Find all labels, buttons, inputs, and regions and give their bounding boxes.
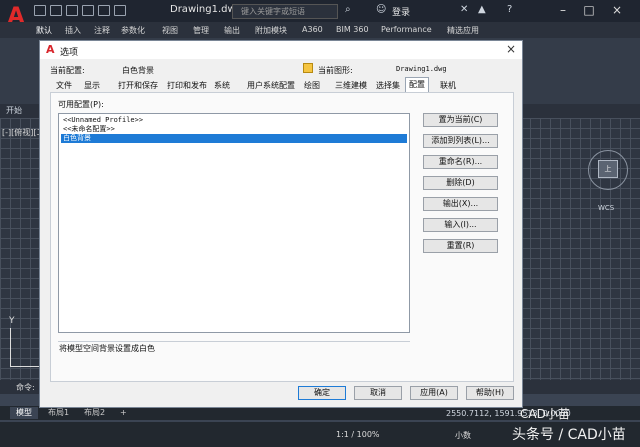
a360-icon[interactable]: ▲ [478, 4, 486, 15]
layout-tab-layout2[interactable]: 布局2 [78, 407, 111, 419]
import-button[interactable]: 输入(I)... [423, 218, 498, 232]
layout-tab-layout1[interactable]: 布局1 [42, 407, 75, 419]
new-file-icon[interactable] [34, 5, 46, 16]
ribbon-tab-bar: 默认 插入 注释 参数化 视图 管理 输出 附加模块 A360 BIM 360 … [0, 22, 640, 38]
ribbon-tab-output[interactable]: 输出 [224, 25, 240, 36]
profile-description: 将模型空间背景设置成白色 [59, 344, 155, 353]
set-current-button[interactable]: 置为当前(C) [423, 113, 498, 127]
binoculars-icon[interactable]: ⌕ [345, 4, 351, 15]
ribbon-tab-a360[interactable]: A360 [302, 25, 323, 34]
ucs-x-axis [10, 366, 40, 367]
ribbon-tab-addins[interactable]: 附加模块 [255, 25, 287, 36]
wcs-menu[interactable]: WCS [598, 204, 614, 212]
ribbon-tab-manage[interactable]: 管理 [193, 25, 209, 36]
ribbon-tab-bim360[interactable]: BIM 360 [336, 25, 369, 34]
profile-item-unnamed-en[interactable]: <<Unnamed Profile>> [61, 116, 407, 125]
dialog-title: 选项 [60, 48, 79, 58]
login-button[interactable]: 登录 [392, 5, 410, 18]
tab-profiles[interactable]: 配置 [405, 77, 429, 92]
tab-open-save[interactable]: 打开和保存 [118, 80, 158, 91]
undo-icon[interactable] [114, 5, 126, 16]
tab-files[interactable]: 文件 [56, 80, 72, 91]
close-window-icon[interactable]: × [606, 0, 628, 20]
save-as-icon[interactable] [82, 5, 94, 16]
ribbon-tab-parametric[interactable]: 参数化 [121, 25, 145, 36]
user-icon[interactable]: ☺ [376, 4, 386, 15]
tab-online[interactable]: 联机 [440, 80, 456, 91]
maximize-icon[interactable]: □ [578, 0, 600, 20]
ribbon-tab-home[interactable]: 默认 [36, 25, 52, 36]
options-dialog: A 选项 × 当前配置: 白色背景 当前图形: Drawing1.dwg 文件 … [39, 40, 523, 408]
ucs-y-axis [10, 328, 11, 366]
ucs-y-label: Y [9, 316, 15, 326]
cancel-button[interactable]: 取消 [354, 386, 402, 400]
reset-button[interactable]: 重置(R) [423, 239, 498, 253]
file-tab-start[interactable]: 开始 [6, 105, 22, 116]
add-layout-button[interactable]: + [114, 407, 133, 419]
search-input[interactable]: 键入关键字或短语 [232, 4, 338, 19]
layout-tab-model[interactable]: 模型 [10, 407, 38, 419]
export-button[interactable]: 输出(X)... [423, 197, 498, 211]
apply-button[interactable]: 应用(A) [410, 386, 458, 400]
tab-3d-modeling[interactable]: 三维建模 [335, 80, 367, 91]
tab-display[interactable]: 显示 [84, 80, 100, 91]
profile-item-unnamed-cn[interactable]: <<未命名配置>> [61, 125, 407, 134]
minimize-icon[interactable]: – [552, 0, 574, 20]
available-profiles-label: 可用配置(P): [58, 100, 104, 109]
current-profile-value: 白色背景 [122, 66, 154, 75]
delete-button[interactable]: 删除(D) [423, 176, 498, 190]
ok-button[interactable]: 确定 [298, 386, 346, 400]
ribbon-tab-performance[interactable]: Performance [381, 25, 432, 34]
exchange-icon[interactable]: ✕ [460, 4, 468, 15]
viewcube-top-face[interactable]: 上 [598, 160, 618, 178]
ribbon-tab-view[interactable]: 视图 [162, 25, 178, 36]
ribbon-tab-featured-apps[interactable]: 精选应用 [447, 25, 479, 36]
watermark-text: CAD小苗 [520, 407, 570, 421]
annotation-scale[interactable]: 1:1 / 100% [336, 430, 380, 439]
tab-system[interactable]: 系统 [214, 80, 230, 91]
command-prompt: 命令: [16, 383, 35, 392]
open-file-icon[interactable] [50, 5, 62, 16]
current-profile-label: 当前配置: [50, 66, 85, 75]
rename-button[interactable]: 重命名(R)... [423, 155, 498, 169]
drawing-file-icon [303, 63, 313, 73]
units-decimal[interactable]: 小数 [455, 430, 471, 441]
ribbon-tab-annotate[interactable]: 注释 [94, 25, 110, 36]
profiles-list[interactable]: <<Unnamed Profile>> <<未命名配置>> 白色背景 [58, 113, 410, 333]
ribbon-tab-insert[interactable]: 插入 [65, 25, 81, 36]
tab-plot-publish[interactable]: 打印和发布 [167, 80, 207, 91]
print-icon[interactable] [98, 5, 110, 16]
current-drawing-value: Drawing1.dwg [396, 65, 447, 73]
help-button[interactable]: 帮助(H) [466, 386, 514, 400]
options-tab-bar: 文件 显示 打开和保存 打印和发布 系统 用户系统配置 绘图 三维建模 选择集 … [50, 77, 514, 92]
autocad-app-icon: A [46, 43, 55, 56]
current-drawing-label: 当前图形: [318, 66, 353, 75]
profile-item-white-background[interactable]: 白色背景 [61, 134, 407, 143]
dialog-close-icon[interactable]: × [506, 42, 516, 56]
help-icon[interactable]: ? [507, 4, 512, 15]
save-icon[interactable] [66, 5, 78, 16]
watermark-account: 头条号 / CAD小苗 [512, 427, 626, 443]
add-to-list-button[interactable]: 添加到列表(L)... [423, 134, 498, 148]
tab-selection[interactable]: 选择集 [376, 80, 400, 91]
dialog-titlebar [40, 41, 522, 59]
tab-drafting[interactable]: 绘图 [304, 80, 320, 91]
tab-user-preferences[interactable]: 用户系统配置 [247, 80, 295, 91]
